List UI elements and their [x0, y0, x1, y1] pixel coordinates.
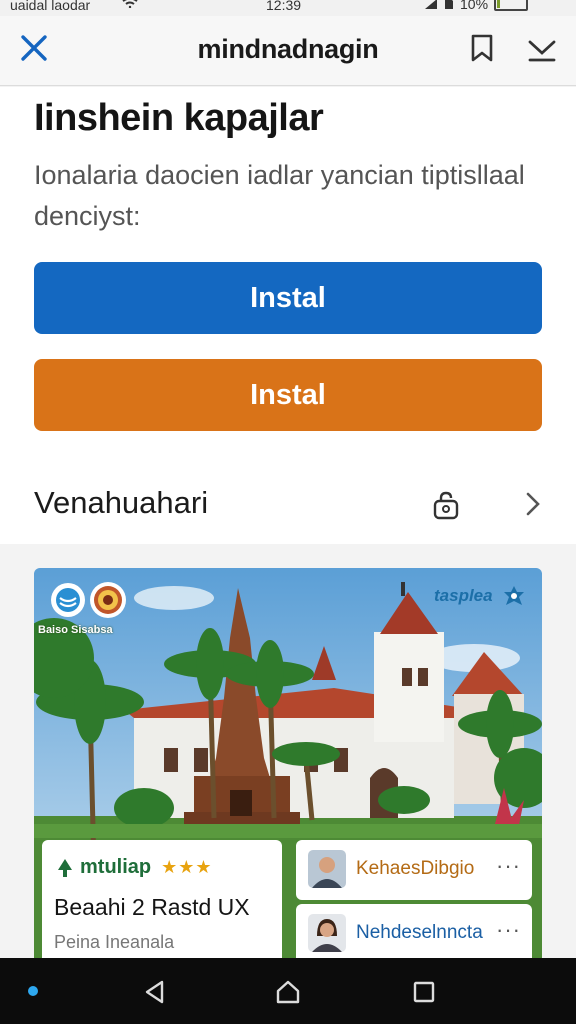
page-description: Ionalaria daocien iadlar yancian tiptisl… — [34, 160, 525, 231]
section-title: Venahuahari — [34, 485, 209, 520]
page-heading: Iinshein kapajlar — [34, 97, 324, 139]
signal-icon — [425, 0, 437, 9]
main-panel: Iinshein kapajlar Ionalaria daocien iadl… — [0, 87, 576, 544]
emblem-seal-icon — [90, 582, 126, 618]
lock-icon[interactable] — [430, 489, 462, 521]
clock: 12:39 — [266, 0, 302, 13]
more-options-icon[interactable]: ··· — [496, 853, 521, 879]
avatar — [308, 914, 346, 952]
hero-image[interactable]: Baiso Sisabsa tasplea mtuliap ★★★ Beaahi… — [34, 568, 542, 968]
puzzle-icon[interactable] — [502, 584, 526, 608]
hero-tag-label[interactable]: tasplea — [434, 586, 493, 606]
tree-icon — [58, 858, 72, 877]
wifi-icon — [122, 0, 138, 8]
home-icon[interactable] — [274, 978, 302, 1006]
chevron-right-icon[interactable] — [522, 489, 544, 519]
more-options-icon[interactable]: ··· — [496, 917, 521, 943]
battery-icon — [494, 0, 529, 11]
featured-card-title: Beaahi 2 Rastd UX — [54, 894, 250, 920]
back-icon[interactable] — [141, 978, 169, 1006]
battery-percent: 10% — [460, 0, 489, 12]
contact-card[interactable]: KehaesDibgio ··· — [296, 840, 532, 900]
brand-logo-wave-icon — [51, 583, 85, 617]
install-button-primary[interactable]: Instal — [34, 262, 542, 334]
notification-dot — [28, 986, 38, 996]
recents-icon[interactable] — [410, 978, 438, 1006]
contact-name: Nehdeselnncta — [356, 922, 483, 943]
rating-stars: ★★★ — [161, 857, 213, 877]
status-bar: uaidal laodar 12:39 10% — [0, 0, 576, 16]
logo-caption: Baiso Sisabsa — [38, 624, 113, 636]
featured-card-meta: mtuliap ★★★ — [54, 856, 213, 879]
carrier-label: uaidal laodar — [10, 0, 91, 13]
featured-card[interactable]: mtuliap ★★★ Beaahi 2 Rastd UX Peina Inea… — [42, 840, 282, 968]
app-bar: mindnadnagin — [0, 16, 576, 86]
bookmark-icon[interactable] — [466, 32, 498, 64]
system-nav-bar — [0, 958, 576, 1024]
install-button-secondary[interactable]: Instal — [34, 359, 542, 431]
avatar — [308, 850, 346, 888]
featured-card-source: mtuliap — [80, 856, 152, 878]
download-icon[interactable] — [526, 34, 558, 64]
featured-card-subtitle: Peina Ineanala — [54, 932, 175, 952]
sim-icon — [445, 0, 453, 9]
status-icons: 10% — [424, 0, 529, 12]
contact-name: KehaesDibgio — [356, 858, 475, 879]
